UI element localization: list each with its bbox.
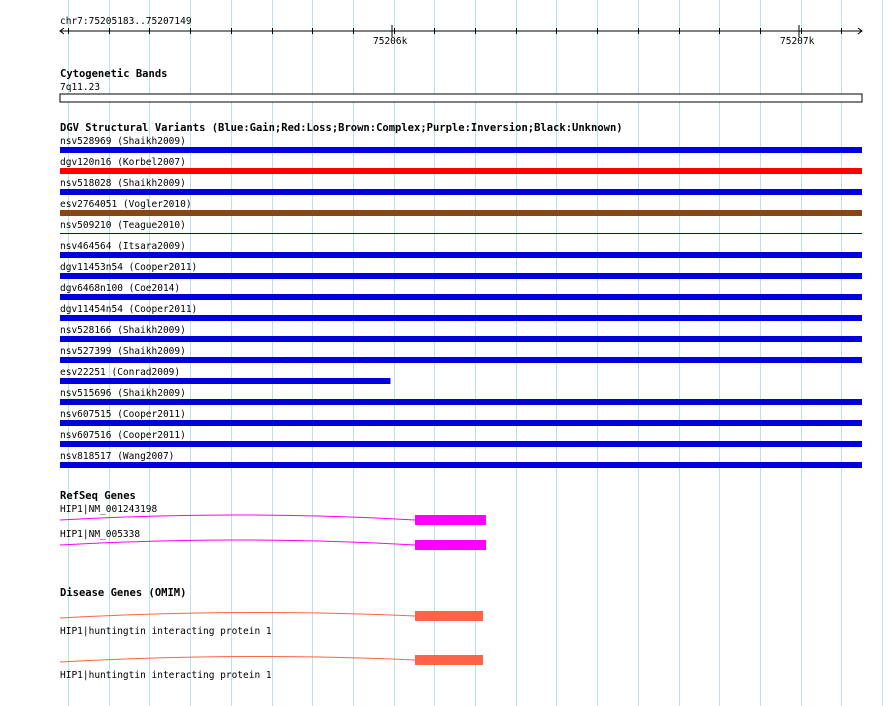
- dgv-variant-bar[interactable]: [60, 189, 862, 195]
- refseq-exon[interactable]: [415, 515, 486, 525]
- dgv-track: DGV Structural Variants (Blue:Gain;Red:L…: [60, 122, 862, 468]
- dgv-variant-label: esv22251 (Conrad2009): [60, 367, 180, 378]
- dgv-variant[interactable]: nsv509210 (Teague2010): [60, 220, 862, 234]
- dgv-variant[interactable]: nsv527399 (Shaikh2009): [60, 346, 862, 363]
- omim-intron-line: [59, 655, 416, 663]
- dgv-variant-label: nsv607516 (Cooper2011): [60, 430, 186, 441]
- region-label: chr7:75205183..75207149: [60, 16, 192, 27]
- dgv-variant-bar[interactable]: [60, 273, 862, 279]
- dgv-variant-bar[interactable]: [60, 420, 862, 426]
- dgv-variant[interactable]: nsv528969 (Shaikh2009): [60, 136, 862, 153]
- dgv-variant-bar[interactable]: [60, 336, 862, 342]
- dgv-variant[interactable]: nsv607516 (Cooper2011): [60, 430, 862, 447]
- omim-gene[interactable]: HIP1|huntingtin interacting protein 1: [59, 655, 483, 681]
- dgv-variant-bar[interactable]: [60, 233, 862, 234]
- dgv-variant-bar[interactable]: [60, 315, 862, 321]
- dgv-variant[interactable]: nsv518028 (Shaikh2009): [60, 178, 862, 195]
- dgv-variant[interactable]: nsv464564 (Itsara2009): [60, 241, 862, 258]
- dgv-variant-label: nsv509210 (Teague2010): [60, 220, 186, 231]
- dgv-variant-label: dgv120n16 (Korbel2007): [60, 157, 186, 168]
- ruler: chr7:75205183..75207149 75206k 75207k: [59, 16, 863, 47]
- dgv-variant-bar[interactable]: [60, 252, 862, 258]
- dgv-items: nsv528969 (Shaikh2009) dgv120n16 (Korbel2…: [60, 136, 862, 468]
- dgv-variant-label: dgv11454n54 (Cooper2011): [60, 304, 197, 315]
- refseq-gene-label: HIP1|NM_001243198: [60, 504, 158, 515]
- refseq-exon[interactable]: [415, 540, 486, 550]
- omim-gene-label: HIP1|huntingtin interacting protein 1: [60, 670, 272, 681]
- dgv-variant-label: nsv464564 (Itsara2009): [60, 241, 186, 252]
- refseq-intron-line: [59, 539, 416, 546]
- omim-title: Disease Genes (OMIM): [60, 587, 186, 599]
- cytoband-title: Cytogenetic Bands: [60, 68, 167, 80]
- cytoband-label: 7q11.23: [60, 82, 100, 93]
- dgv-variant-label: esv2764051 (Vogler2010): [60, 199, 192, 210]
- dgv-variant[interactable]: dgv11454n54 (Cooper2011): [60, 304, 862, 321]
- omim-exon[interactable]: [415, 611, 483, 621]
- omim-track: Disease Genes (OMIM) HIP1|huntingtin int…: [59, 587, 483, 681]
- dgv-variant-label: nsv515696 (Shaikh2009): [60, 388, 186, 399]
- omim-gene[interactable]: HIP1|huntingtin interacting protein 1: [59, 611, 483, 637]
- grid-lines: [68, 0, 883, 706]
- dgv-variant-label: nsv528969 (Shaikh2009): [60, 136, 186, 147]
- dgv-variant[interactable]: dgv11453n54 (Cooper2011): [60, 262, 862, 279]
- dgv-variant[interactable]: dgv120n16 (Korbel2007): [60, 157, 862, 174]
- omim-intron-line: [59, 611, 416, 619]
- dgv-variant[interactable]: esv2764051 (Vogler2010): [60, 199, 862, 216]
- tick-label: 75207k: [780, 36, 815, 47]
- dgv-variant[interactable]: esv22251 (Conrad2009): [60, 367, 391, 384]
- dgv-variant-bar[interactable]: [60, 378, 391, 384]
- dgv-variant-bar[interactable]: [60, 462, 862, 468]
- dgv-variant[interactable]: nsv528166 (Shaikh2009): [60, 325, 862, 342]
- dgv-variant[interactable]: nsv818517 (Wang2007): [60, 451, 862, 468]
- dgv-variant-bar[interactable]: [60, 357, 862, 363]
- tick-label: 75206k: [373, 36, 408, 47]
- dgv-variant-bar[interactable]: [60, 399, 862, 405]
- dgv-variant-label: nsv518028 (Shaikh2009): [60, 178, 186, 189]
- omim-exon[interactable]: [415, 655, 483, 665]
- refseq-intron-line: [59, 514, 416, 521]
- omim-items: HIP1|huntingtin interacting protein 1 HIP…: [59, 611, 483, 681]
- dgv-variant-label: nsv527399 (Shaikh2009): [60, 346, 186, 357]
- dgv-variant-label: nsv607515 (Cooper2011): [60, 409, 186, 420]
- dgv-variant-label: dgv11453n54 (Cooper2011): [60, 262, 197, 273]
- dgv-variant-bar[interactable]: [60, 294, 862, 300]
- dgv-variant[interactable]: nsv607515 (Cooper2011): [60, 409, 862, 426]
- dgv-variant-label: nsv818517 (Wang2007): [60, 451, 174, 462]
- dgv-variant-label: nsv528166 (Shaikh2009): [60, 325, 186, 336]
- omim-gene-label: HIP1|huntingtin interacting protein 1: [60, 626, 272, 637]
- genome-browser-view: chr7:75205183..75207149 75206k 75207k Cy…: [59, 0, 883, 706]
- cytoband-track: Cytogenetic Bands 7q11.23: [59, 68, 863, 103]
- dgv-variant-bar[interactable]: [60, 147, 862, 153]
- refseq-gene-label: HIP1|NM_005338: [60, 529, 140, 540]
- dgv-variant[interactable]: dgv6468n100 (Coe2014): [60, 283, 862, 300]
- dgv-variant-bar[interactable]: [60, 441, 862, 447]
- dgv-variant-bar[interactable]: [60, 168, 862, 174]
- cytoband-bar[interactable]: [59, 93, 863, 103]
- dgv-variant[interactable]: nsv515696 (Shaikh2009): [60, 388, 862, 405]
- dgv-variant-bar[interactable]: [60, 210, 862, 216]
- dgv-variant-label: dgv6468n100 (Coe2014): [60, 283, 180, 294]
- refseq-title: RefSeq Genes: [60, 490, 136, 502]
- dgv-title: DGV Structural Variants (Blue:Gain;Red:L…: [60, 122, 623, 134]
